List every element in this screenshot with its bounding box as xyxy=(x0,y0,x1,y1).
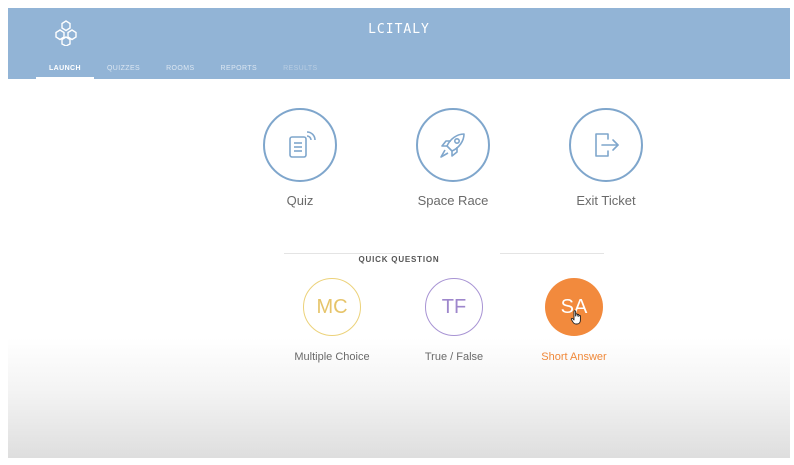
mc-abbr: MC xyxy=(316,295,348,318)
quiz-icon xyxy=(289,131,316,158)
multiple-choice-button[interactable]: MC Multiple Choice xyxy=(272,278,392,363)
quiz-label: Quiz xyxy=(286,193,314,208)
tab-reports[interactable]: REPORTS xyxy=(208,64,271,79)
true-false-button[interactable]: TF True / False xyxy=(394,278,514,363)
quiz-circle[interactable] xyxy=(263,108,337,182)
mc-circle[interactable]: MC xyxy=(303,278,361,336)
header-bar: LCITALY LAUNCH QUIZZES ROOMS REPORTS RES… xyxy=(8,8,790,79)
tab-quizzes[interactable]: QUIZZES xyxy=(94,64,153,79)
exit-ticket-label: Exit Ticket xyxy=(576,193,636,208)
tab-launch[interactable]: LAUNCH xyxy=(36,64,94,79)
app-title: LCITALY xyxy=(368,22,430,37)
quick-question-heading: QUICK QUESTION xyxy=(8,249,790,267)
space-race-circle[interactable] xyxy=(416,108,490,182)
tab-rooms[interactable]: ROOMS xyxy=(153,64,207,79)
true-false-label: True / False xyxy=(424,351,484,363)
app-window: LCITALY LAUNCH QUIZZES ROOMS REPORTS RES… xyxy=(8,8,790,458)
rocket-icon xyxy=(440,133,465,158)
short-answer-label: Short Answer xyxy=(541,351,607,363)
sa-circle[interactable]: SA xyxy=(545,278,603,336)
nav-tabs: LAUNCH QUIZZES ROOMS REPORTS RESULTS xyxy=(36,64,331,79)
exit-icon xyxy=(595,133,619,157)
tab-results[interactable]: RESULTS xyxy=(270,64,331,79)
quiz-button[interactable]: Quiz xyxy=(240,108,360,208)
tf-circle[interactable]: TF xyxy=(425,278,483,336)
short-answer-button[interactable]: SA Short Answer xyxy=(514,278,634,363)
tf-abbr: TF xyxy=(441,295,467,318)
multiple-choice-label: Multiple Choice xyxy=(294,351,370,363)
hand-cursor-icon xyxy=(570,310,581,325)
quick-question-title: QUICK QUESTION xyxy=(358,255,440,264)
space-race-label: Space Race xyxy=(417,193,489,208)
exit-ticket-button[interactable]: Exit Ticket xyxy=(546,108,666,208)
exit-ticket-circle[interactable] xyxy=(569,108,643,182)
space-race-button[interactable]: Space Race xyxy=(393,108,513,208)
